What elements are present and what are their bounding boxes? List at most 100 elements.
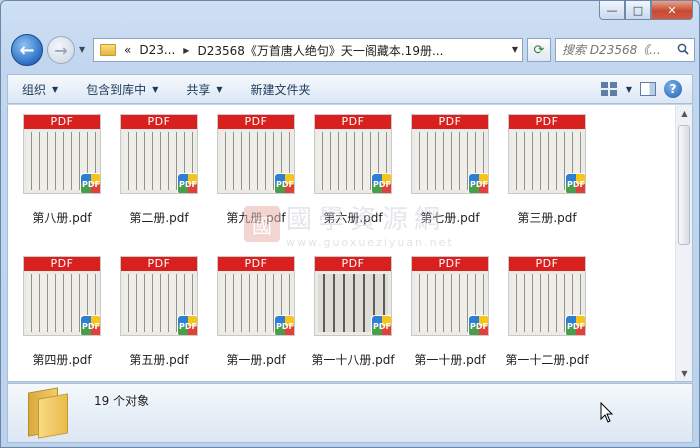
pdf-app-icon: PDF [177,315,197,335]
breadcrumb-segment[interactable]: D23... [139,43,175,57]
caption-buttons: — □ ✕ [599,1,693,20]
scroll-up-icon[interactable]: ▲ [676,105,692,122]
folder-icon [28,387,72,439]
file-item[interactable]: PDF PDF 第一十二册.pdf [499,253,595,373]
search-input[interactable] [562,43,668,57]
file-item[interactable]: PDF PDF 第一十八册.pdf [305,253,401,373]
organize-label: 组织 [22,82,47,97]
pdf-band-label: PDF [315,257,391,271]
refresh-icon: ⟳ [533,42,545,58]
address-bar[interactable]: « D23... ▶ D23568《万首唐人绝句》天一阁藏本.19册... ▼ [93,38,523,62]
file-name-label: 第一十二册.pdf [505,353,589,367]
breadcrumb-overflow[interactable]: « [124,43,131,57]
preview-pane-icon[interactable] [640,82,656,96]
pdf-band-label: PDF [121,115,197,129]
object-count: 19 个对象 [94,394,150,408]
close-button[interactable]: ✕ [651,1,693,20]
back-arrow-icon: ← [19,39,35,61]
pdf-app-icon: PDF [468,315,488,335]
pdf-app-icon: PDF [371,315,391,335]
pdf-app-icon: PDF [468,173,488,193]
pdf-band-label: PDF [509,257,585,271]
chevron-down-icon: ▼ [152,84,159,94]
pdf-band-label: PDF [509,115,585,129]
file-item[interactable]: PDF PDF 第四册.pdf [14,253,110,373]
pdf-thumbnail: PDF PDF [23,114,101,194]
forward-arrow-icon: → [54,40,68,60]
share-menu[interactable]: 共享 ▼ [172,75,236,103]
back-button[interactable]: ← [11,34,43,66]
organize-menu[interactable]: 组织 ▼ [8,75,72,103]
pdf-app-icon: PDF [371,173,391,193]
file-item[interactable]: PDF PDF 第八册.pdf [14,111,110,231]
details-pane: 19 个对象 [7,383,693,443]
include-in-library-menu[interactable]: 包含到库中 ▼ [72,75,172,103]
file-name-label: 第五册.pdf [129,353,189,367]
scroll-down-icon[interactable]: ▼ [676,365,692,381]
refresh-button[interactable]: ⟳ [527,38,551,62]
folder-icon [100,44,116,56]
file-name-label: 第二册.pdf [129,211,189,225]
pdf-band-label: PDF [24,115,100,129]
breadcrumb-separator-icon[interactable]: ▶ [183,46,189,55]
view-dropdown-icon[interactable]: ▼ [626,85,632,94]
pdf-thumbnail: PDF PDF [23,256,101,336]
pdf-app-icon: PDF [177,173,197,193]
view-controls: ▼ ? [600,80,682,98]
file-name-label: 第三册.pdf [517,211,577,225]
pdf-thumbnail: PDF PDF [508,114,586,194]
pdf-thumbnail: PDF PDF [314,256,392,336]
file-name-label: 第八册.pdf [32,211,92,225]
pdf-app-icon: PDF [80,315,100,335]
command-bar: 组织 ▼ 包含到库中 ▼ 共享 ▼ 新建文件夹 ▼ ? [7,74,693,104]
watermark-title: 國學資源網 [286,205,447,235]
maximize-button[interactable]: □ [625,1,651,20]
new-folder-button[interactable]: 新建文件夹 [237,75,325,103]
explorer-window: — □ ✕ ← → ▼ « D23... ▶ D23568《万首唐人绝句》天一阁… [0,0,700,448]
vertical-scrollbar[interactable]: ▲ ▼ [675,105,692,381]
pdf-app-icon: PDF [80,173,100,193]
navigation-bar: ← → ▼ « D23... ▶ D23568《万首唐人绝句》天一阁藏本.19册… [7,33,695,67]
help-icon[interactable]: ? [664,80,682,98]
watermark-url: www.guoxueziyuan.net [286,236,454,249]
scrollbar-thumb[interactable] [678,125,690,245]
share-label: 共享 [186,82,211,97]
file-item[interactable]: PDF PDF 第五册.pdf [111,253,207,373]
pdf-band-label: PDF [412,257,488,271]
search-icon[interactable] [677,43,689,55]
search-box[interactable] [555,38,695,62]
recent-pages-dropdown-icon[interactable]: ▼ [79,45,85,54]
address-dropdown-icon[interactable]: ▼ [512,45,518,54]
file-item[interactable]: PDF PDF 第一十册.pdf [402,253,498,373]
pdf-band-label: PDF [121,257,197,271]
pdf-band-label: PDF [412,115,488,129]
new-folder-label: 新建文件夹 [250,82,311,97]
chevron-down-icon: ▼ [52,84,59,94]
pdf-app-icon: PDF [274,315,294,335]
file-item[interactable]: PDF PDF 第三册.pdf [499,111,595,231]
file-list-area: PDFPDF第八册.pdfPDFPDF第二册.pdfPDFPDF第九册.pdfP… [7,105,693,382]
pdf-thumbnail: PDF PDF [120,114,198,194]
pdf-thumbnail: PDF PDF [411,256,489,336]
watermark: 國 國學資源網 www.guoxueziyuan.net [244,199,454,249]
change-view-icon[interactable] [600,81,618,97]
pdf-thumbnail: PDF PDF [314,114,392,194]
pdf-band-label: PDF [24,257,100,271]
include-in-library-label: 包含到库中 [86,82,147,97]
mouse-cursor-icon [600,402,614,423]
minimize-button[interactable]: — [599,1,625,20]
pdf-thumbnail: PDF PDF [508,256,586,336]
pdf-band-label: PDF [218,115,294,129]
watermark-seal-logo: 國 [244,206,280,242]
file-item[interactable]: PDF PDF 第二册.pdf [111,111,207,231]
breadcrumb-segment-current[interactable]: D23568《万首唐人绝句》天一阁藏本.19册... [197,42,443,59]
pdf-band-label: PDF [315,115,391,129]
file-name-label: 第一十八册.pdf [311,353,395,367]
pdf-thumbnail: PDF PDF [120,256,198,336]
pdf-app-icon: PDF [565,315,585,335]
file-item[interactable]: PDF PDF 第一册.pdf [208,253,304,373]
pdf-band-label: PDF [218,257,294,271]
forward-button[interactable]: → [47,36,75,64]
file-name-label: 第一十册.pdf [414,353,486,367]
pdf-thumbnail: PDF PDF [411,114,489,194]
